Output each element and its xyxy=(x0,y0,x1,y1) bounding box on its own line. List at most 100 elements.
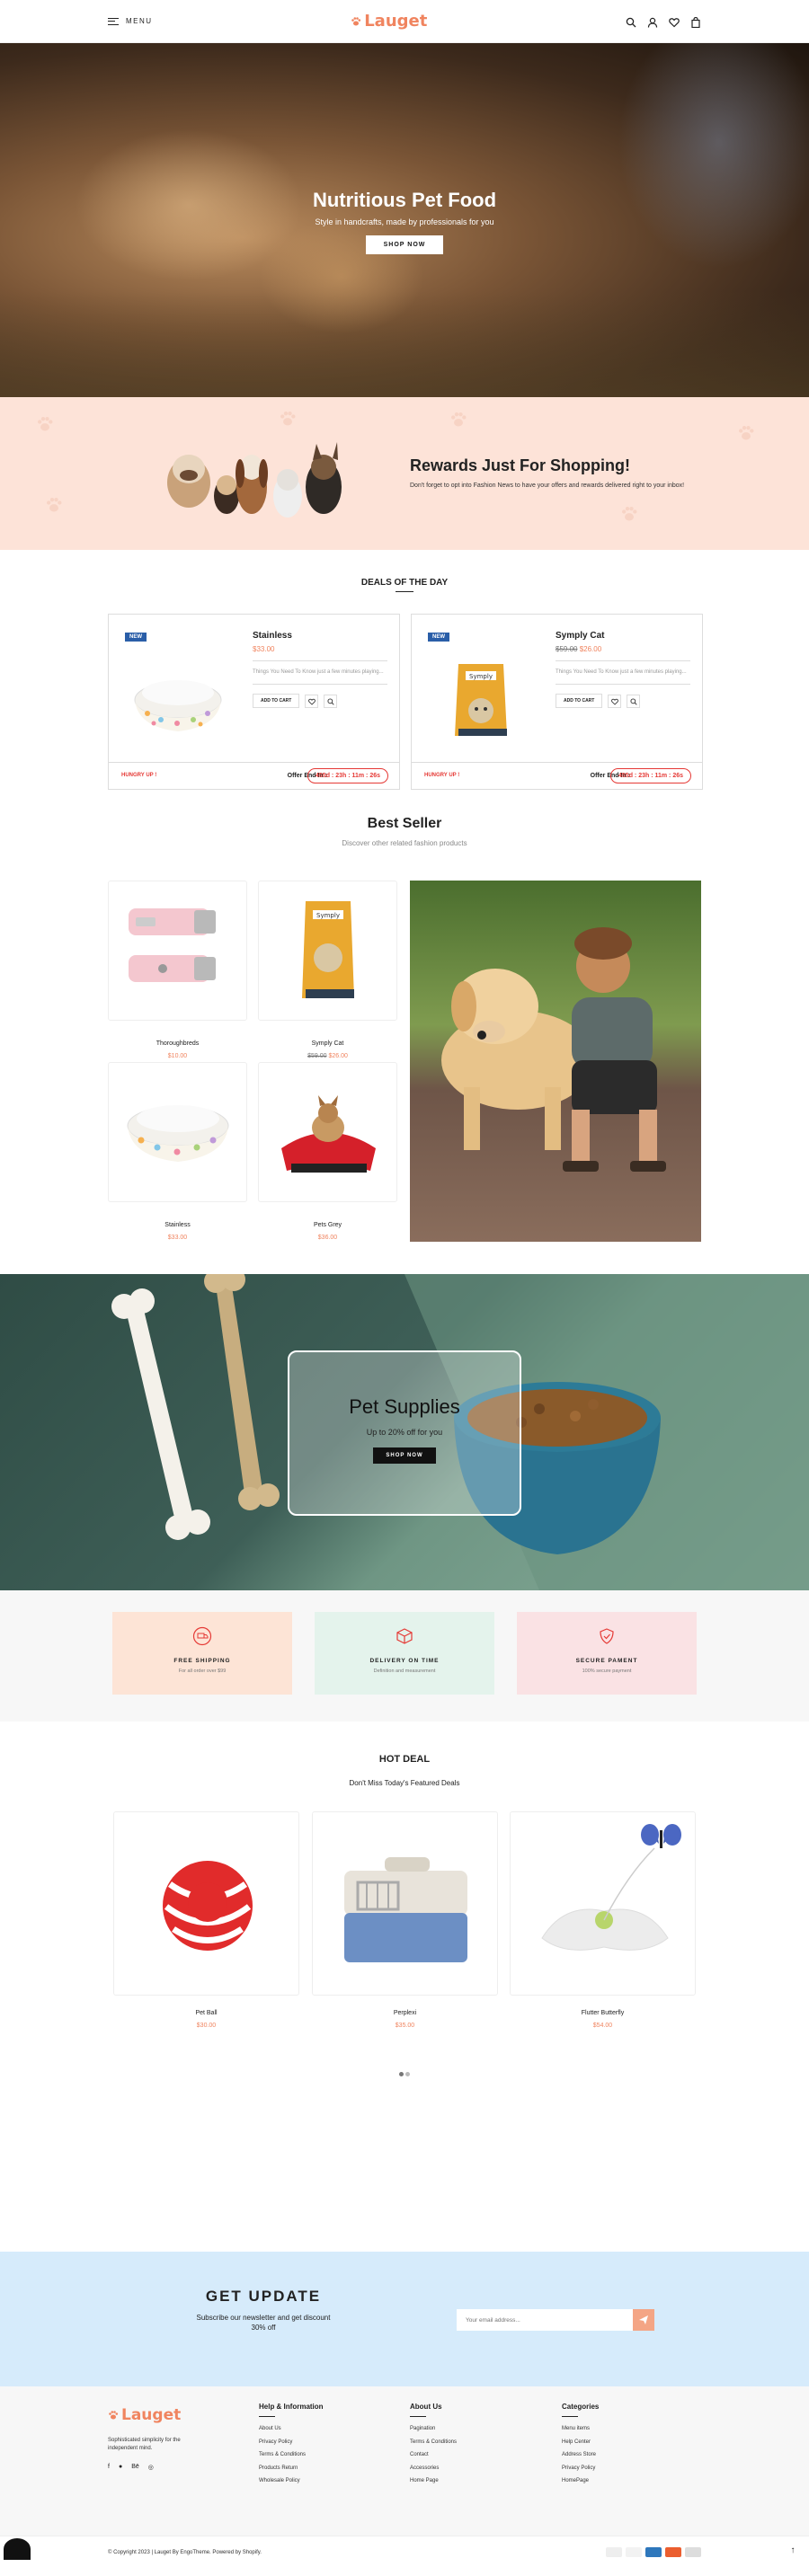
carousel-dot[interactable] xyxy=(405,2072,410,2076)
instagram-icon[interactable]: ◎ xyxy=(148,2464,154,2471)
wishlist-heart-icon[interactable] xyxy=(305,694,319,708)
product-name[interactable]: Pets Grey xyxy=(258,1222,397,1228)
product-image-symply-cat[interactable]: Symply xyxy=(428,646,534,745)
footer-link[interactable]: Privacy Policy xyxy=(259,2439,324,2445)
newsletter-section: GET UPDATE Subscribe our newsletter and … xyxy=(0,2252,809,2386)
cookie-badge-icon[interactable] xyxy=(4,2538,31,2560)
dogs-group-image xyxy=(167,442,342,518)
hot-product-card[interactable] xyxy=(510,1811,696,1996)
facebook-icon[interactable]: f xyxy=(108,2464,110,2471)
hot-product-price: $54.00 xyxy=(592,2023,613,2029)
product-name[interactable]: Symply Cat xyxy=(258,1040,397,1047)
hungry-up-label: HUNGRY UP ! xyxy=(424,773,460,778)
feature-free-shipping: FREE SHIPPING For all order over $99 xyxy=(112,1612,292,1695)
heart-icon[interactable] xyxy=(669,16,680,27)
user-icon[interactable] xyxy=(647,16,658,28)
feature-delivery: DELIVERY ON TIME Definition and measurem… xyxy=(315,1612,494,1695)
title-underline xyxy=(396,591,413,592)
carousel-dot[interactable] xyxy=(399,2072,404,2076)
product-image-perplexi xyxy=(344,1857,467,1962)
feature-text: Definition and measurement xyxy=(373,1669,436,1674)
menu-button[interactable]: MENU xyxy=(108,17,153,25)
footer-link[interactable]: Pagination xyxy=(410,2426,457,2431)
svg-text:Symply: Symply xyxy=(316,912,340,919)
new-badge: NEW xyxy=(428,633,449,642)
svg-text:Symply: Symply xyxy=(469,673,493,680)
quickview-search-icon[interactable] xyxy=(324,694,338,708)
hot-product-name[interactable]: Pet Ball xyxy=(113,2010,299,2016)
pet-supplies-card: Pet Supplies Up to 20% off for you SHOP … xyxy=(288,1350,521,1516)
feature-secure-payment: SECURE PAMENT 100% secure payment xyxy=(517,1612,697,1695)
product-image-thoroughbreds xyxy=(129,908,216,982)
footer-link[interactable]: About Us xyxy=(259,2426,324,2431)
hot-product-price: $35.00 xyxy=(395,2023,415,2029)
footer-logo[interactable]: Lauget xyxy=(108,2406,198,2424)
product-card[interactable]: Symply xyxy=(258,881,397,1021)
paw-bg-icon xyxy=(451,412,467,427)
shield-icon xyxy=(600,1628,614,1644)
deal-description: Things You Need To Know just a few minut… xyxy=(556,669,687,675)
quickview-search-icon[interactable] xyxy=(627,694,641,708)
site-logo[interactable]: Lauget xyxy=(351,12,427,31)
footer-link[interactable]: Accessories xyxy=(410,2465,457,2471)
footer-link[interactable]: Contact xyxy=(410,2452,457,2457)
wishlist-heart-icon[interactable] xyxy=(608,694,622,708)
product-image-stainless[interactable] xyxy=(125,646,231,745)
footer-link[interactable]: Address Store xyxy=(562,2452,599,2457)
pinterest-icon[interactable]: ● xyxy=(119,2464,122,2471)
hot-deal-title: HOT DEAL xyxy=(378,1754,431,1765)
product-card[interactable] xyxy=(108,881,247,1021)
paw-bg-icon xyxy=(47,498,62,512)
deal-product-name[interactable]: Stainless xyxy=(253,631,387,641)
best-seller-subtitle: Discover other related fashion products xyxy=(342,839,467,847)
pet-supplies-banner: Pet Supplies Up to 20% off for you SHOP … xyxy=(0,1274,809,1590)
hot-product-name[interactable]: Perplexi xyxy=(312,2010,498,2016)
product-name[interactable]: Stainless xyxy=(108,1222,247,1228)
product-name[interactable]: Thoroughbreds xyxy=(108,1040,247,1047)
subscribe-button[interactable] xyxy=(633,2309,654,2331)
product-price: $33.00 xyxy=(167,1235,188,1241)
footer-column-title: Help & Information xyxy=(259,2403,324,2411)
search-icon[interactable] xyxy=(626,16,636,27)
footer-link[interactable]: Menu items xyxy=(562,2426,599,2431)
box-icon xyxy=(396,1628,413,1644)
hot-product-price: $30.00 xyxy=(196,2023,217,2029)
new-badge: NEW xyxy=(125,633,147,642)
footer-link[interactable]: Terms & Conditions xyxy=(259,2452,324,2457)
footer-column-title: Categories xyxy=(562,2403,600,2411)
product-image-symply-cat: Symply xyxy=(302,901,354,998)
hot-product-card[interactable] xyxy=(113,1811,299,1996)
footer-link[interactable]: Products Return xyxy=(259,2465,324,2471)
site-header: MENU Lauget xyxy=(0,0,809,43)
footer-link[interactable]: Terms & Conditions xyxy=(410,2439,457,2445)
supplies-shop-now-button[interactable]: SHOP NOW xyxy=(373,1447,436,1464)
add-to-cart-button[interactable]: ADD TO CART xyxy=(253,694,300,708)
truck-icon xyxy=(192,1626,212,1646)
scroll-top-icon[interactable]: ↑ xyxy=(786,2545,800,2560)
hot-product-name[interactable]: Flutter Butterfly xyxy=(510,2010,696,2016)
deal-price: $33.00 xyxy=(253,645,275,653)
hero-shop-now-button[interactable]: SHOP NOW xyxy=(365,235,444,254)
hot-product-card[interactable] xyxy=(312,1811,498,1996)
visa-icon xyxy=(606,2547,622,2557)
cart-icon[interactable] xyxy=(690,16,701,28)
payment-icons xyxy=(606,2547,701,2557)
product-card[interactable] xyxy=(108,1062,247,1202)
behance-icon[interactable]: Bē xyxy=(131,2464,139,2471)
paw-bg-icon xyxy=(622,507,637,521)
newsletter-form xyxy=(457,2309,654,2331)
card-icon xyxy=(685,2547,701,2557)
features-section: FREE SHIPPING For all order over $99 DEL… xyxy=(0,1590,809,1722)
deal-card: NEW Symply Symply Cat $59.00 $26.00 Thin… xyxy=(411,614,703,790)
product-card[interactable] xyxy=(258,1062,397,1202)
deal-product-name[interactable]: Symply Cat xyxy=(556,631,690,641)
add-to-cart-button[interactable]: ADD TO CART xyxy=(556,694,603,708)
footer-link[interactable]: Privacy Policy xyxy=(562,2465,599,2471)
footer-link[interactable]: HomePage xyxy=(562,2478,599,2483)
footer-link[interactable]: Help Center xyxy=(562,2439,599,2445)
footer-link[interactable]: Home Page xyxy=(410,2478,457,2483)
countdown-timer: 455d : 23h : 11m : 26s xyxy=(307,768,388,783)
hamburger-icon xyxy=(108,17,119,25)
email-input[interactable] xyxy=(457,2309,633,2331)
footer-link[interactable]: Wholesale Policy xyxy=(259,2478,324,2483)
